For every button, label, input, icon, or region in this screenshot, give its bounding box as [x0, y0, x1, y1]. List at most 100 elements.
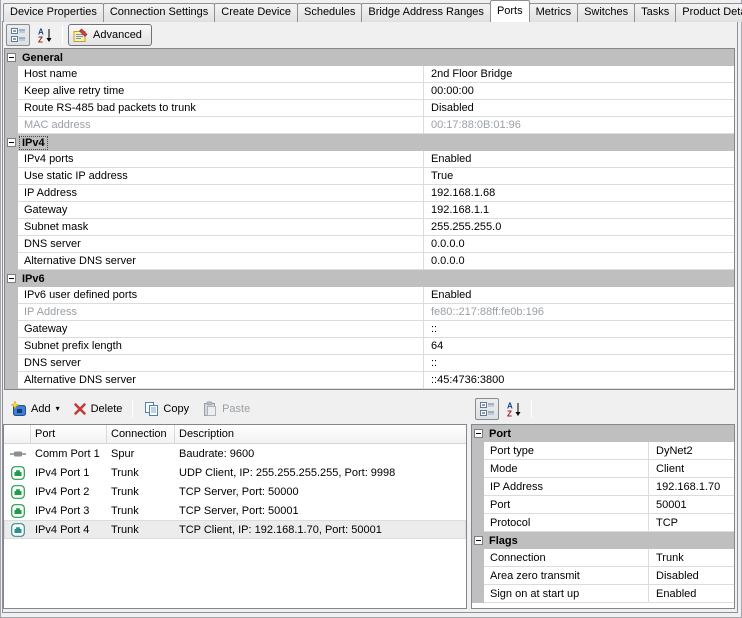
category-ipv6[interactable]: IPv6: [5, 270, 734, 287]
property-label[interactable]: Keep alive retry time: [18, 83, 423, 100]
property-row[interactable]: Port type DyNet2: [472, 442, 734, 460]
property-label[interactable]: DNS server: [18, 236, 423, 253]
copy-button[interactable]: Copy: [138, 399, 194, 419]
property-row[interactable]: Gateway 192.168.1.1: [5, 202, 734, 219]
property-value[interactable]: 00:00:00: [423, 83, 734, 100]
category-general[interactable]: General: [5, 49, 734, 66]
delete-button[interactable]: Delete: [68, 400, 128, 418]
property-value[interactable]: 0.0.0.0: [423, 253, 734, 270]
property-row[interactable]: IPv6 user defined ports Enabled: [5, 287, 734, 304]
property-row[interactable]: DNS server ::: [5, 355, 734, 372]
port-row-comm-1[interactable]: Comm Port 1 Spur Baudrate: 9600: [4, 444, 466, 463]
property-label[interactable]: Gateway: [18, 321, 423, 338]
tab-device-properties[interactable]: Device Properties: [3, 3, 104, 22]
column-header-connection[interactable]: Connection: [107, 425, 175, 443]
property-value[interactable]: 50001: [648, 496, 734, 514]
property-row[interactable]: Subnet prefix length 64: [5, 338, 734, 355]
port-row-ipv4-2[interactable]: IPv4 Port 2 Trunk TCP Server, Port: 5000…: [4, 482, 466, 501]
property-label[interactable]: Protocol: [484, 514, 648, 532]
collapse-icon[interactable]: [7, 138, 16, 147]
port-row-ipv4-4-selected[interactable]: IPv4 Port 4 Trunk TCP Client, IP: 192.16…: [4, 520, 466, 539]
property-row[interactable]: Port 50001: [472, 496, 734, 514]
tab-schedules[interactable]: Schedules: [296, 3, 363, 22]
property-value[interactable]: Disabled: [423, 100, 734, 117]
tab-ports[interactable]: Ports: [489, 0, 530, 22]
property-row[interactable]: Alternative DNS server ::45:4736:3800: [5, 372, 734, 389]
property-row[interactable]: DNS server 0.0.0.0: [5, 236, 734, 253]
property-value[interactable]: 192.168.1.70: [648, 478, 734, 496]
tab-connection-settings[interactable]: Connection Settings: [102, 3, 216, 22]
property-label[interactable]: DNS server: [18, 355, 423, 372]
property-value[interactable]: TCP: [648, 514, 734, 532]
port-row-ipv4-1[interactable]: IPv4 Port 1 Trunk UDP Client, IP: 255.25…: [4, 463, 466, 482]
property-row[interactable]: Alternative DNS server 0.0.0.0: [5, 253, 734, 270]
property-label[interactable]: IP Address: [484, 478, 648, 496]
column-header-icon[interactable]: [4, 425, 31, 443]
tab-switches[interactable]: Switches: [577, 3, 636, 22]
categorized-view-button[interactable]: [475, 398, 499, 420]
property-label[interactable]: Alternative DNS server: [18, 253, 423, 270]
property-row[interactable]: IP Address 192.168.1.70: [472, 478, 734, 496]
categorized-view-button[interactable]: [6, 24, 30, 46]
property-row[interactable]: Mode Client: [472, 460, 734, 478]
property-label[interactable]: IPv6 user defined ports: [18, 287, 423, 304]
property-value[interactable]: DyNet2: [648, 442, 734, 460]
property-value[interactable]: Enabled: [423, 151, 734, 168]
property-label[interactable]: Port type: [484, 442, 648, 460]
category-ipv4[interactable]: IPv4: [5, 134, 734, 151]
advanced-button[interactable]: Advanced: [68, 24, 152, 46]
property-row[interactable]: Sign on at start up Enabled: [472, 585, 734, 603]
tab-create-device[interactable]: Create Device: [214, 3, 298, 22]
property-label[interactable]: Host name: [18, 66, 423, 83]
property-row[interactable]: Area zero transmit Disabled: [472, 567, 734, 585]
property-label[interactable]: IP Address: [18, 185, 423, 202]
property-value[interactable]: Enabled: [648, 585, 734, 603]
category-port[interactable]: Port: [472, 425, 734, 442]
tab-tasks[interactable]: Tasks: [634, 3, 677, 22]
tab-bridge-address-ranges[interactable]: Bridge Address Ranges: [361, 3, 491, 22]
property-value[interactable]: Disabled: [648, 567, 734, 585]
property-value[interactable]: Client: [648, 460, 734, 478]
property-value[interactable]: 64: [423, 338, 734, 355]
property-value[interactable]: ::: [423, 355, 734, 372]
property-label[interactable]: IPv4 ports: [18, 151, 423, 168]
property-row[interactable]: Keep alive retry time 00:00:00: [5, 83, 734, 100]
property-row[interactable]: Subnet mask 255.255.255.0: [5, 219, 734, 236]
alphabetical-sort-button[interactable]: A Z: [33, 24, 57, 46]
property-label[interactable]: Subnet mask: [18, 219, 423, 236]
property-value[interactable]: 2nd Floor Bridge: [423, 66, 734, 83]
property-row[interactable]: Use static IP address True: [5, 168, 734, 185]
property-label[interactable]: Mode: [484, 460, 648, 478]
tab-product-details[interactable]: Product Details: [675, 3, 742, 22]
property-row[interactable]: Connection Trunk: [472, 549, 734, 567]
property-row[interactable]: Protocol TCP: [472, 514, 734, 532]
property-label[interactable]: Use static IP address: [18, 168, 423, 185]
column-header-description[interactable]: Description: [175, 425, 466, 443]
property-row[interactable]: Host name 2nd Floor Bridge: [5, 66, 734, 83]
property-row[interactable]: IPv4 ports Enabled: [5, 151, 734, 168]
property-label[interactable]: Subnet prefix length: [18, 338, 423, 355]
property-label[interactable]: Connection: [484, 549, 648, 567]
property-label[interactable]: Alternative DNS server: [18, 372, 423, 389]
tab-metrics[interactable]: Metrics: [528, 3, 579, 22]
property-label[interactable]: Route RS-485 bad packets to trunk: [18, 100, 423, 117]
property-value[interactable]: ::: [423, 321, 734, 338]
property-row[interactable]: Route RS-485 bad packets to trunk Disabl…: [5, 100, 734, 117]
property-value[interactable]: 192.168.1.68: [423, 185, 734, 202]
property-value[interactable]: 192.168.1.1: [423, 202, 734, 219]
port-row-ipv4-3[interactable]: IPv4 Port 3 Trunk TCP Server, Port: 5000…: [4, 501, 466, 520]
property-value[interactable]: ::45:4736:3800: [423, 372, 734, 389]
property-value[interactable]: 255.255.255.0: [423, 219, 734, 236]
property-value[interactable]: Trunk: [648, 549, 734, 567]
alphabetical-sort-button[interactable]: A Z: [502, 398, 526, 420]
add-button[interactable]: Add ▾: [6, 399, 65, 419]
property-value[interactable]: True: [423, 168, 734, 185]
collapse-icon[interactable]: [474, 429, 483, 438]
property-row[interactable]: Gateway ::: [5, 321, 734, 338]
property-value[interactable]: Enabled: [423, 287, 734, 304]
collapse-icon[interactable]: [7, 274, 16, 283]
column-header-port[interactable]: Port: [31, 425, 107, 443]
property-label[interactable]: Port: [484, 496, 648, 514]
category-flags[interactable]: Flags: [472, 532, 734, 549]
property-value[interactable]: 0.0.0.0: [423, 236, 734, 253]
